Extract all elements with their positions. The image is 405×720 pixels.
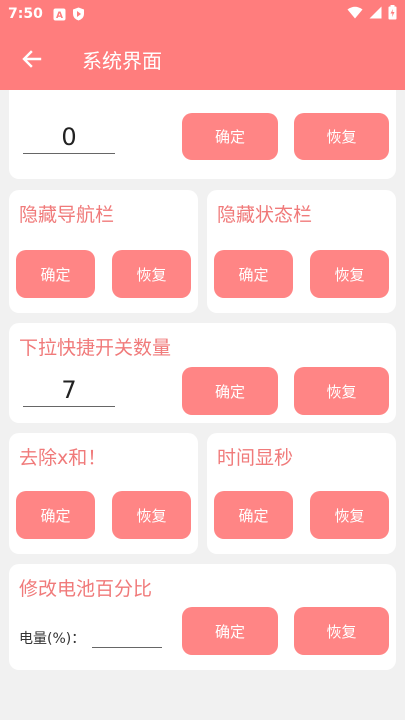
remove-x-restore-button[interactable]: 恢复 [112, 491, 191, 539]
card-battery: 修改电池百分比 电量(%)： 确定 恢复 [9, 564, 396, 670]
hide-status-restore-button[interactable]: 恢复 [310, 250, 389, 298]
hide-nav-restore-button[interactable]: 恢复 [112, 250, 191, 298]
hide-status-title: 隐藏状态栏 [217, 204, 313, 226]
arrow-left-icon [22, 50, 42, 68]
card-seconds: 时间显秒 确定 恢复 [207, 433, 396, 554]
battery-input[interactable] [92, 622, 162, 648]
quick-settings-restore-button[interactable]: 恢复 [294, 367, 389, 415]
quick-settings-confirm-button[interactable]: 确定 [182, 367, 278, 415]
top-value-text: 0 [61, 123, 77, 151]
quick-settings-input[interactable]: 7 [23, 365, 115, 407]
card-quick-settings: 下拉快捷开关数量 7 确定 恢复 [9, 323, 396, 423]
battery-icon [388, 4, 397, 24]
a-icon: A [53, 8, 66, 21]
quick-settings-value: 7 [61, 376, 77, 404]
signal-icon [369, 6, 382, 23]
svg-text:A: A [56, 11, 63, 21]
back-button[interactable] [0, 28, 64, 90]
battery-title: 修改电池百分比 [19, 578, 153, 600]
shield-icon [72, 7, 85, 21]
card-remove-x: 去除x和！ 确定 恢复 [9, 433, 198, 554]
battery-confirm-button[interactable]: 确定 [182, 607, 278, 655]
remove-x-confirm-button[interactable]: 确定 [16, 491, 95, 539]
top-value-input[interactable]: 0 [23, 110, 115, 154]
seconds-restore-button[interactable]: 恢复 [310, 491, 389, 539]
quick-settings-title: 下拉快捷开关数量 [19, 337, 172, 359]
seconds-title: 时间显秒 [217, 447, 294, 469]
seconds-confirm-button[interactable]: 确定 [214, 491, 293, 539]
top-confirm-button[interactable]: 确定 [182, 113, 278, 160]
status-time: 7:50 [8, 6, 43, 22]
battery-restore-button[interactable]: 恢复 [294, 607, 389, 655]
top-restore-button[interactable]: 恢复 [294, 113, 389, 160]
card-hide-status: 隐藏状态栏 确定 恢复 [207, 190, 396, 313]
wifi-icon [347, 6, 363, 23]
remove-x-title: 去除x和！ [19, 447, 107, 469]
hide-status-confirm-button[interactable]: 确定 [214, 250, 293, 298]
app-bar: 系统界面 [0, 28, 405, 90]
battery-label: 电量(%)： [19, 631, 86, 647]
status-bar: 7:50 A [0, 0, 405, 28]
card-top: 0 确定 恢复 [9, 90, 396, 179]
hide-nav-confirm-button[interactable]: 确定 [16, 250, 95, 298]
card-hide-nav: 隐藏导航栏 确定 恢复 [9, 190, 198, 313]
page-title: 系统界面 [82, 48, 162, 73]
hide-nav-title: 隐藏导航栏 [19, 204, 115, 226]
